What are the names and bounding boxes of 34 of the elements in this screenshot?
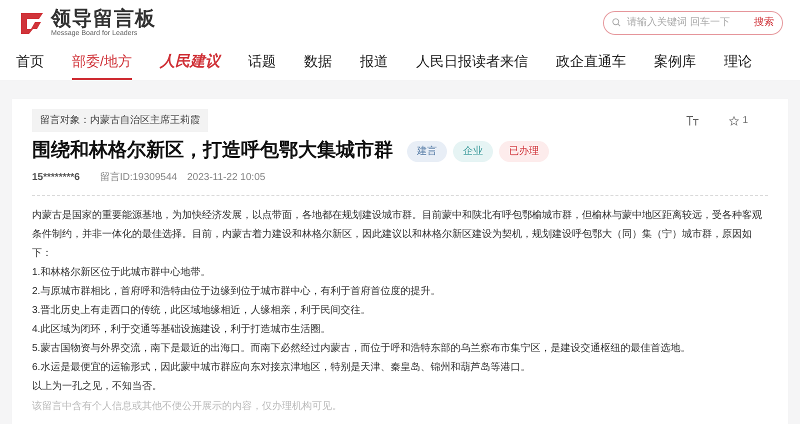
search-field[interactable]: 请输入关键词 回车一下 搜索	[603, 10, 783, 34]
nav-tab[interactable]: 案例库	[654, 45, 696, 80]
message-title: 围绕和林格尔新区，打造呼包鄂大集城市群	[32, 138, 393, 163]
star-icon[interactable]	[729, 116, 740, 126]
message-paragraph: 4.此区域为闭环，利于交通等基础设施建设，利于打造城市生活圈。	[32, 322, 332, 337]
message-paragraph: 2.与原城市群相比，首府呼和浩特由位于边缘到位于城市群中心，有利于首府首位度的提升。	[32, 284, 442, 299]
nav-tab[interactable]: 人民建议	[160, 45, 220, 80]
message-id: 留言ID:19309544	[100, 170, 178, 185]
recipient-label: 留言对象：内蒙古自治区主席王莉霞	[32, 109, 208, 132]
nav-tab[interactable]: 政企直通车	[556, 45, 626, 80]
message-paragraph: 1.和林格尔新区位于此城市群中心地带。	[32, 266, 212, 280]
search-icon	[612, 18, 621, 27]
privacy-notice: 该留言中含有个人信息或其他不便公开展示的内容，仅办理机构可见。	[32, 400, 343, 414]
message-paragraph: 5.蒙古国物资与外界交流，南下是最近的出海口。而南下必然经过内蒙古，而位于呼和浩特东部的乌兰察布市集宁区，是建设交通枢纽的最佳首选地。	[32, 342, 692, 356]
nav-tab[interactable]: 报道	[360, 45, 388, 80]
nav-tab[interactable]: 部委/地方	[72, 45, 132, 80]
nav-tab[interactable]: 理论	[724, 45, 752, 80]
message-time: 2023-11-22 10:05	[187, 171, 266, 185]
nav-tab[interactable]: 话题	[248, 45, 276, 80]
search-button[interactable]: 搜索	[754, 15, 774, 30]
author-phone: 15********6	[32, 171, 80, 185]
nav-tab[interactable]: 首页	[16, 45, 44, 80]
nav-tab[interactable]: 人民日报读者来信	[416, 45, 528, 80]
message-paragraph: 内蒙古是国家的重要能源基地，为加快经济发展，以点带面，各地都在规划建设城市群。目前蒙中和陕北有呼包鄂榆城市群，但榆林与蒙中地区距离较远，受各种客观条件制约，并非一体化的最佳选择。目前，内蒙古着力建设和林格尔新区，因此建议以和林格尔新区建设为契机，规划建设呼包鄂大（同）集（宁）城市群，原因如下：	[32, 208, 763, 261]
nav-tab[interactable]: 数据	[304, 45, 332, 80]
favorite-count: 1	[742, 114, 748, 128]
tag: 企业	[453, 140, 493, 162]
tag: 建言	[407, 140, 447, 162]
message-paragraph: 3.晋北历史上有走西口的传统，此区域地缘相近，人缘相亲，利于民间交往。	[32, 304, 372, 318]
message-paragraph: 以上为一孔之见，不知当否。	[32, 380, 163, 394]
message-paragraph: 6.水运是最便宜的运输形式，因此蒙中城市群应向东对接京津地区，特别是天津、秦皇岛、锦州和葫芦岛等港口。	[32, 360, 532, 375]
logo-title: 领导留言板	[51, 8, 156, 28]
tag: 已办理	[499, 140, 549, 162]
font-size-icon[interactable]	[686, 116, 700, 126]
